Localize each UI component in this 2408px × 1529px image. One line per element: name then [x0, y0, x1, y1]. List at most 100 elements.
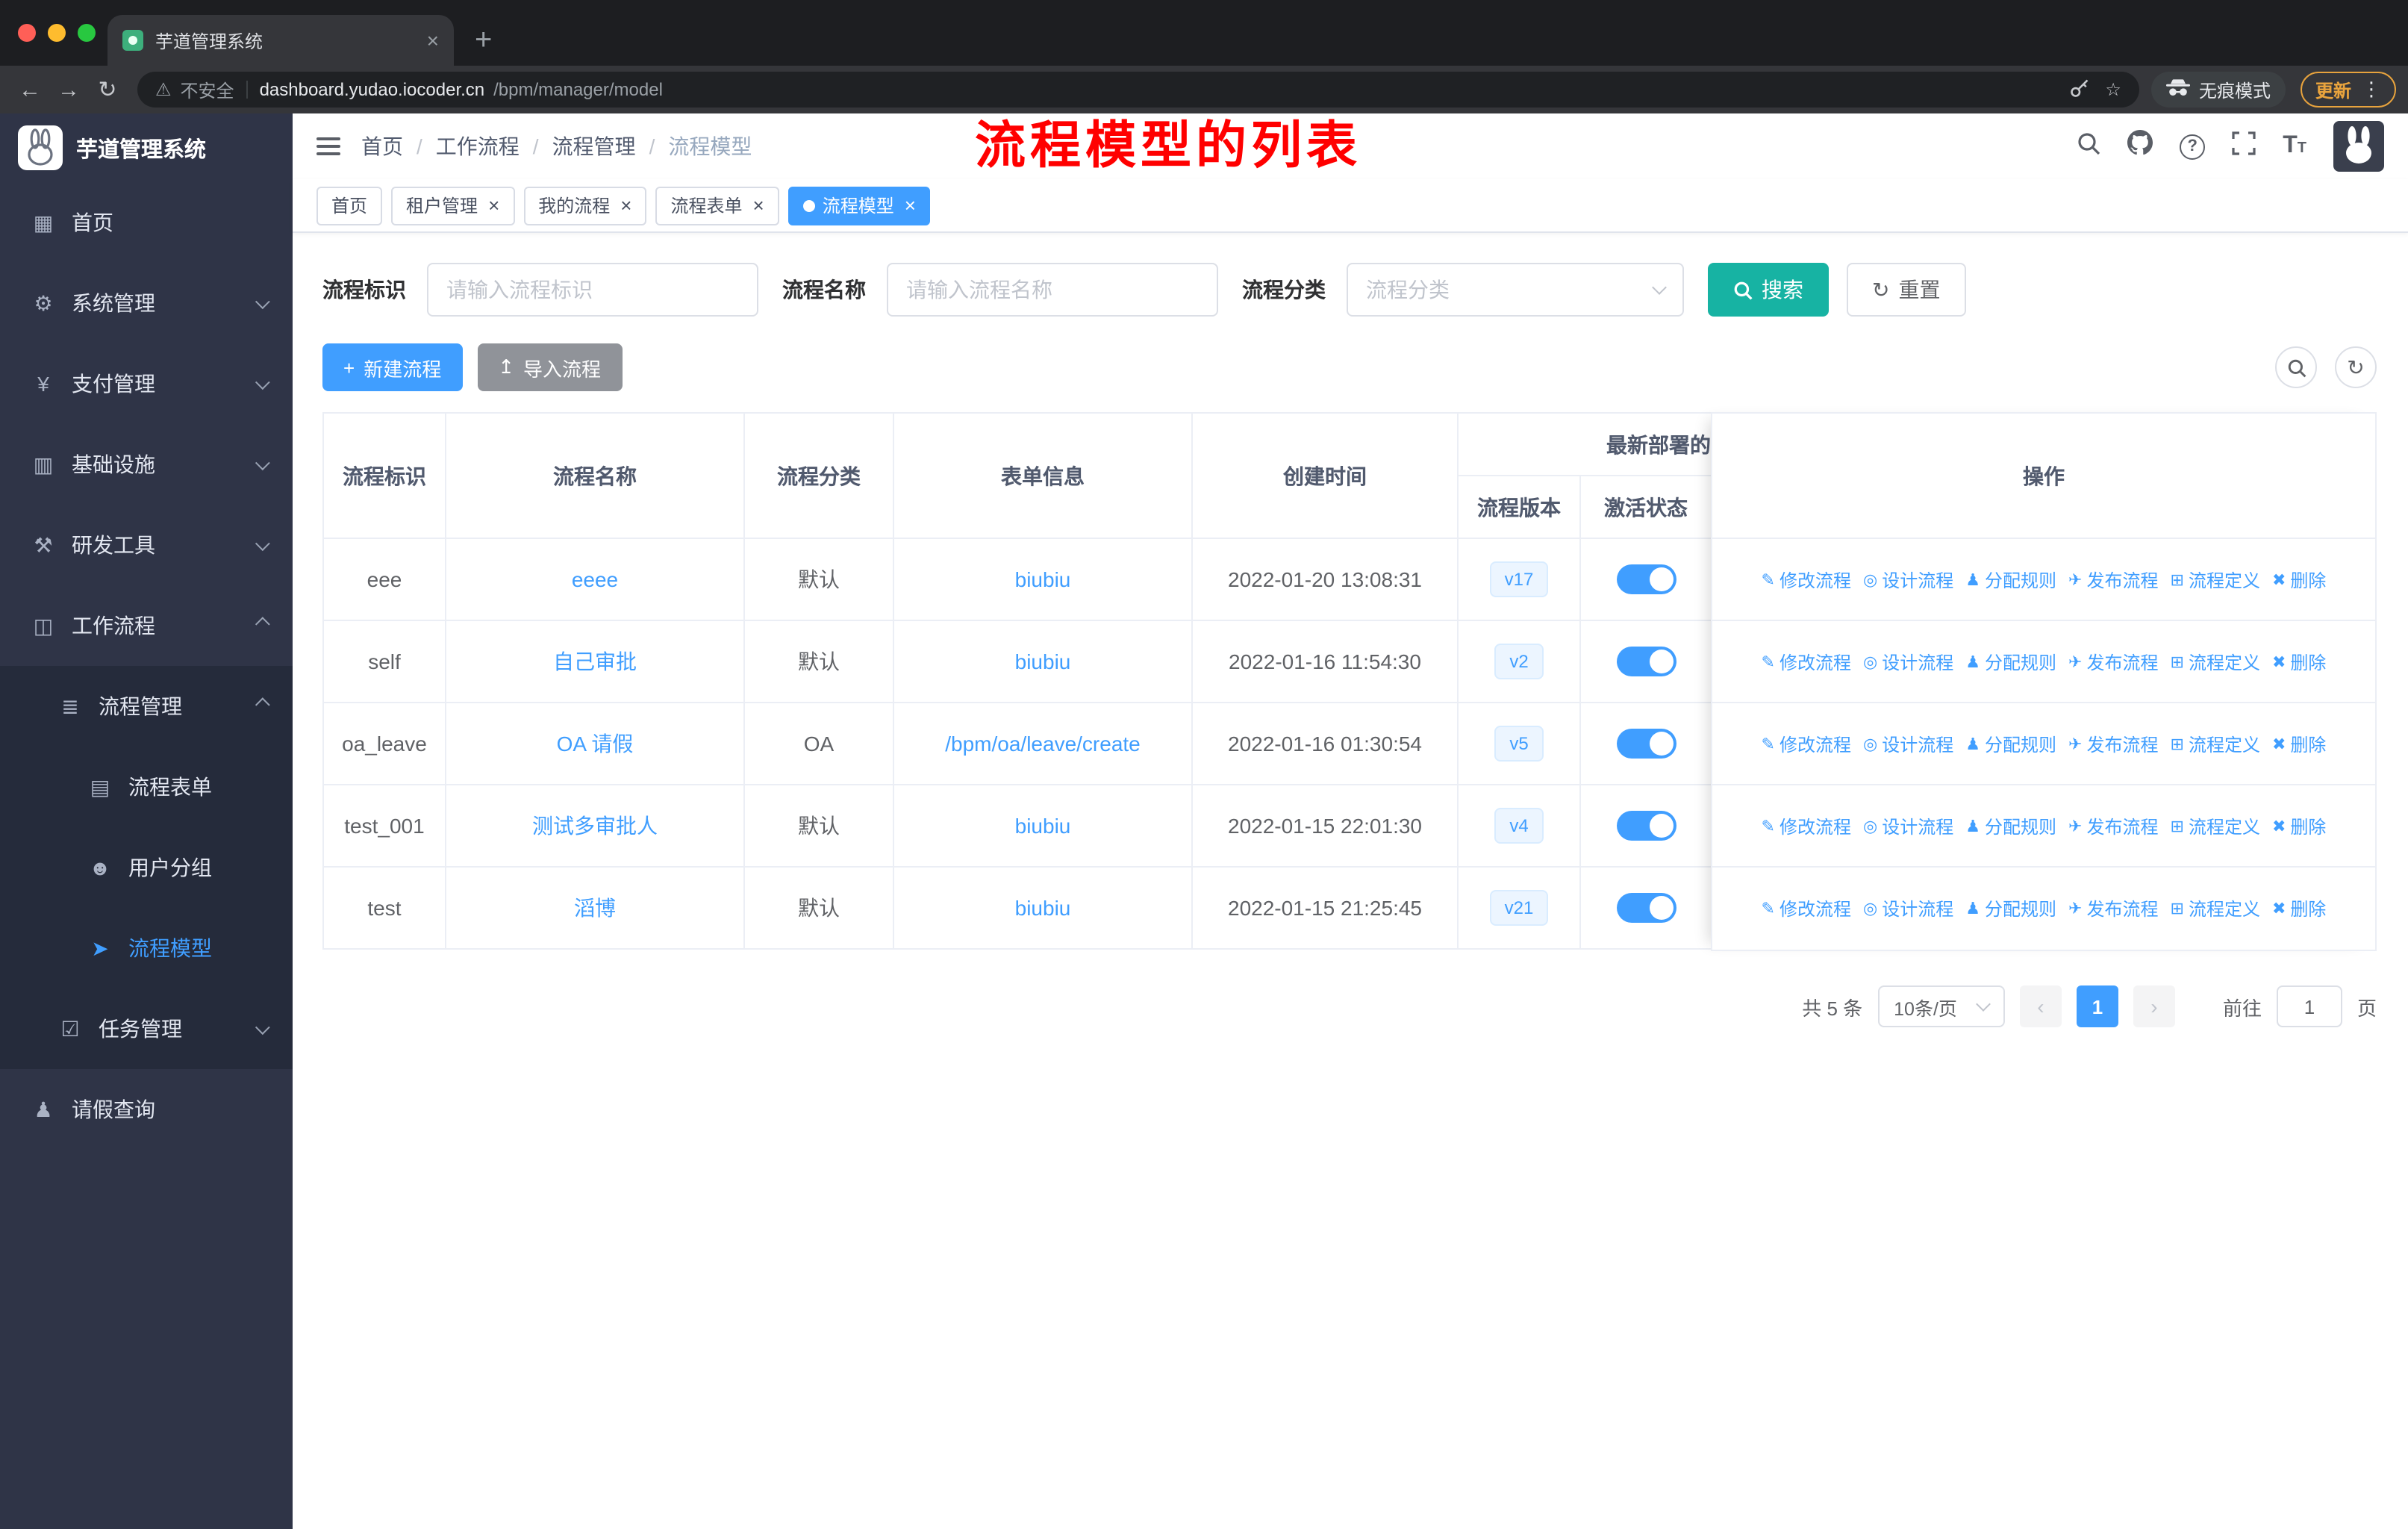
page-tab-home[interactable]: 首页 [316, 186, 383, 225]
minimize-window-button[interactable] [48, 24, 66, 42]
publish-process-action[interactable]: ✈ 发布流程 [2068, 567, 2158, 592]
sidebar-item-workflow[interactable]: ◫ 工作流程 [0, 585, 293, 666]
close-icon[interactable]: × [488, 196, 499, 215]
delete-action[interactable]: ✖ 删除 [2272, 649, 2326, 674]
form-info-link[interactable]: biubiu [1015, 814, 1071, 838]
delete-action[interactable]: ✖ 删除 [2272, 813, 2326, 838]
create-process-button[interactable]: + 新建流程 [322, 343, 463, 391]
active-toggle[interactable] [1616, 729, 1676, 759]
sidebar-item-system-mgmt[interactable]: ⚙ 系统管理 [0, 263, 293, 343]
page-tab-tenant-mgmt[interactable]: 租户管理 × [391, 186, 515, 225]
zoom-window-button[interactable] [78, 24, 96, 42]
delete-action[interactable]: ✖ 删除 [2272, 896, 2326, 921]
breadcrumb-item[interactable]: 工作流程 [436, 131, 520, 161]
delete-action[interactable]: ✖ 删除 [2272, 731, 2326, 756]
process-definition-action[interactable]: ⊞ 流程定义 [2171, 896, 2260, 921]
assign-rule-action[interactable]: ♟ 分配规则 [1965, 896, 2056, 921]
process-name-link[interactable]: 测试多审批人 [532, 814, 658, 838]
page-size-select[interactable]: 10条/页 [1877, 985, 2005, 1027]
sidebar-item-task-mgmt[interactable]: ☑ 任务管理 [0, 988, 293, 1069]
close-icon[interactable]: × [753, 196, 764, 215]
active-toggle[interactable] [1616, 893, 1676, 923]
design-process-action[interactable]: ◎ 设计流程 [1863, 896, 1953, 921]
sidebar-item-process-model[interactable]: ➤ 流程模型 [0, 908, 293, 988]
process-name-input[interactable] [887, 263, 1218, 317]
refresh-table-button[interactable]: ↻ [2335, 346, 2377, 388]
github-icon[interactable] [2127, 130, 2153, 163]
sidebar-item-home[interactable]: ▦ 首页 [0, 182, 293, 263]
reset-button[interactable]: ↻ 重置 [1847, 263, 1966, 317]
bookmark-star-icon[interactable]: ☆ [2105, 79, 2121, 100]
font-size-icon[interactable]: TT [2283, 134, 2306, 158]
process-name-link[interactable]: OA 请假 [557, 732, 634, 756]
process-definition-action[interactable]: ⊞ 流程定义 [2171, 731, 2260, 756]
publish-process-action[interactable]: ✈ 发布流程 [2068, 649, 2158, 674]
import-process-button[interactable]: ↥ 导入流程 [477, 343, 623, 391]
breadcrumb-item[interactable]: 首页 [361, 131, 403, 161]
design-process-action[interactable]: ◎ 设计流程 [1863, 813, 1953, 838]
process-name-link[interactable]: 滔博 [574, 896, 616, 920]
new-tab-button[interactable]: + [475, 25, 492, 55]
sidebar-item-infrastructure[interactable]: ▥ 基础设施 [0, 424, 293, 505]
page-tab-process-form[interactable]: 流程表单 × [655, 186, 779, 225]
collapse-sidebar-icon[interactable] [316, 133, 340, 160]
form-info-link[interactable]: /bpm/oa/leave/create [945, 732, 1141, 756]
design-process-action[interactable]: ◎ 设计流程 [1863, 649, 1953, 674]
close-icon[interactable]: × [620, 196, 631, 215]
sidebar-item-process-mgmt[interactable]: ≣ 流程管理 [0, 666, 293, 747]
design-process-action[interactable]: ◎ 设计流程 [1863, 731, 1953, 756]
form-info-link[interactable]: biubiu [1015, 896, 1071, 920]
reload-icon[interactable]: ↻ [90, 76, 125, 103]
publish-process-action[interactable]: ✈ 发布流程 [2068, 896, 2158, 921]
edit-process-action[interactable]: ✎ 修改流程 [1762, 649, 1851, 674]
close-window-button[interactable] [18, 24, 36, 42]
edit-process-action[interactable]: ✎ 修改流程 [1762, 567, 1851, 592]
category-select[interactable]: 流程分类 [1347, 263, 1684, 317]
edit-process-action[interactable]: ✎ 修改流程 [1762, 731, 1851, 756]
breadcrumb-item[interactable]: 流程管理 [552, 131, 636, 161]
process-id-input[interactable] [427, 263, 758, 317]
process-definition-action[interactable]: ⊞ 流程定义 [2171, 813, 2260, 838]
fullscreen-icon[interactable] [2232, 131, 2256, 162]
toggle-search-button[interactable] [2275, 346, 2317, 388]
page-tab-my-process[interactable]: 我的流程 × [523, 186, 647, 225]
form-info-link[interactable]: biubiu [1015, 650, 1071, 673]
edit-process-action[interactable]: ✎ 修改流程 [1762, 896, 1851, 921]
active-toggle[interactable] [1616, 811, 1676, 841]
forward-icon[interactable]: → [51, 77, 87, 102]
process-definition-action[interactable]: ⊞ 流程定义 [2171, 567, 2260, 592]
publish-process-action[interactable]: ✈ 发布流程 [2068, 813, 2158, 838]
assign-rule-action[interactable]: ♟ 分配规则 [1965, 813, 2056, 838]
process-name-link[interactable]: eeee [572, 567, 618, 591]
back-icon[interactable]: ← [12, 77, 48, 102]
tab-close-icon[interactable]: × [427, 28, 439, 52]
publish-process-action[interactable]: ✈ 发布流程 [2068, 731, 2158, 756]
next-page-button[interactable]: › [2133, 985, 2175, 1027]
design-process-action[interactable]: ◎ 设计流程 [1863, 567, 1953, 592]
sidebar-item-user-group[interactable]: ☻ 用户分组 [0, 827, 293, 908]
browser-tab[interactable]: 芋道管理系统 × [107, 15, 454, 66]
sidebar-item-payment-mgmt[interactable]: ¥ 支付管理 [0, 343, 293, 424]
prev-page-button[interactable]: ‹ [2019, 985, 2062, 1027]
browser-menu-icon[interactable]: ⋮ [2362, 78, 2381, 102]
assign-rule-action[interactable]: ♟ 分配规则 [1965, 567, 2056, 592]
page-tab-process-model[interactable]: 流程模型 × [787, 186, 931, 225]
process-name-link[interactable]: 自己审批 [553, 650, 637, 673]
sidebar-item-leave-query[interactable]: ♟ 请假查询 [0, 1069, 293, 1150]
assign-rule-action[interactable]: ♟ 分配规则 [1965, 649, 2056, 674]
sidebar-item-process-form[interactable]: ▤ 流程表单 [0, 747, 293, 827]
active-toggle[interactable] [1616, 564, 1676, 594]
page-1-button[interactable]: 1 [2076, 985, 2118, 1027]
search-button[interactable]: 搜索 [1708, 263, 1829, 317]
close-icon[interactable]: × [905, 196, 916, 215]
assign-rule-action[interactable]: ♟ 分配规则 [1965, 731, 2056, 756]
avatar[interactable] [2333, 121, 2384, 172]
active-toggle[interactable] [1616, 647, 1676, 676]
address-bar[interactable]: ⚠ 不安全 dashboard.yudao.iocoder.cn/bpm/man… [137, 72, 2139, 108]
password-key-icon[interactable] [2069, 77, 2090, 102]
update-button[interactable]: 更新 ⋮ [2300, 72, 2396, 108]
delete-action[interactable]: ✖ 删除 [2272, 567, 2326, 592]
form-info-link[interactable]: biubiu [1015, 567, 1071, 591]
process-definition-action[interactable]: ⊞ 流程定义 [2171, 649, 2260, 674]
help-icon[interactable]: ? [2180, 134, 2206, 159]
